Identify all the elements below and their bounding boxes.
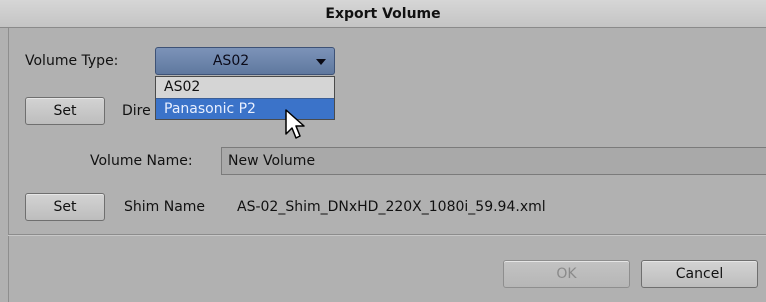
dropdown-option-as02[interactable]: AS02	[156, 77, 334, 98]
volume-type-label: Volume Type:	[25, 53, 119, 69]
volume-name-input[interactable]: New Volume	[221, 147, 766, 175]
shim-set-button[interactable]: Set	[25, 193, 105, 221]
directory-set-button[interactable]: Set	[25, 97, 105, 125]
ok-button[interactable]: OK	[503, 260, 630, 288]
shim-name-label: Shim Name	[124, 199, 206, 215]
volume-name-label: Volume Name:	[90, 153, 193, 169]
dialog-title: Export Volume	[0, 0, 766, 28]
chevron-down-icon	[316, 59, 326, 65]
mouse-pointer-icon	[285, 109, 305, 139]
export-volume-dialog: Export Volume Volume Type: AS02 Set Dire…	[0, 0, 766, 302]
shim-name-value: AS-02_Shim_DNxHD_220X_1080i_59.94.xml	[237, 199, 546, 215]
directory-label: Dire	[122, 103, 151, 119]
volume-type-select[interactable]: AS02	[155, 47, 335, 75]
divider	[8, 234, 766, 236]
cancel-button[interactable]: Cancel	[641, 260, 758, 288]
volume-type-selected: AS02	[212, 53, 250, 69]
